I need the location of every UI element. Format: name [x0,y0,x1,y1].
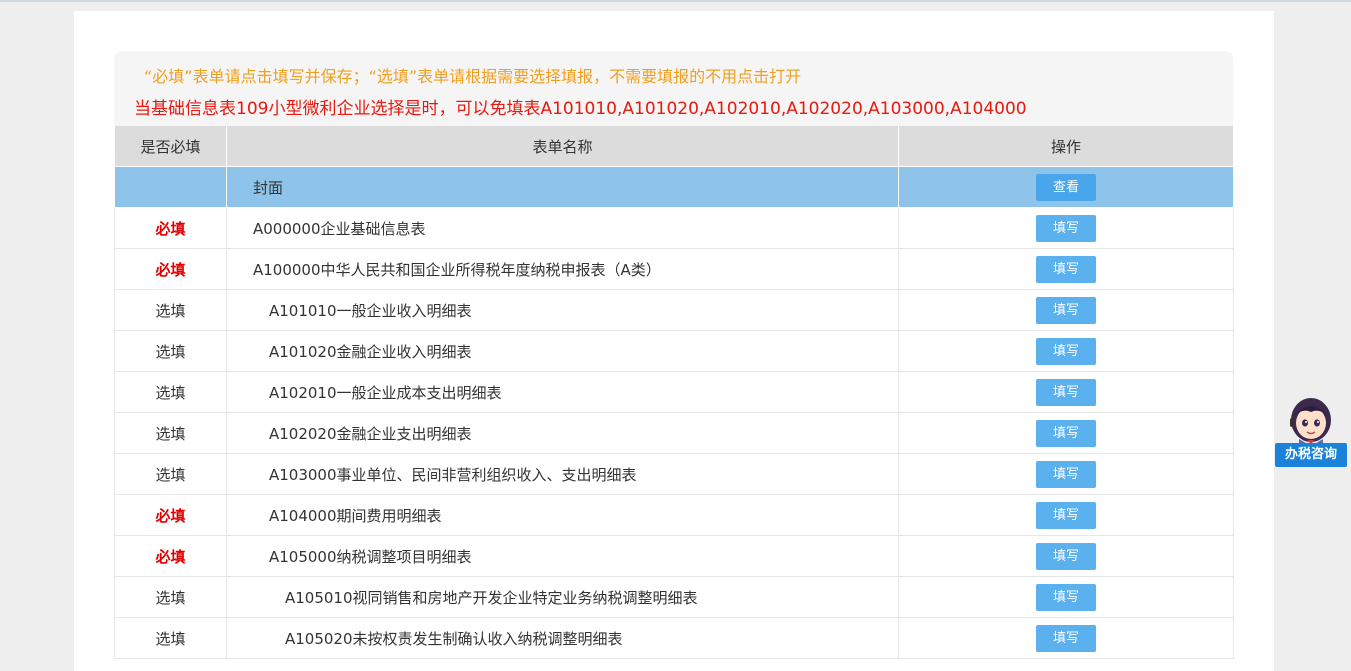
form-list-panel: “必填”表单请点击填写并保存；“选填”表单请根据需要选择填报，不需要填报的不用点… [114,51,1234,659]
table-row: 选填 A102020金融企业支出明细表 填写 [114,412,1234,454]
required-status: 必填 [114,494,227,536]
action-cell: 填写 [898,330,1234,372]
required-status [114,166,227,208]
form-table: 是否必填 表单名称 操作 封面 查看 必填 A000000企业基础信息表 填写 必填 A10… [114,126,1234,659]
form-name: A103000事业单位、民间非营利组织收入、支出明细表 [226,453,899,495]
action-cell: 填写 [898,535,1234,577]
required-status: 选填 [114,289,227,331]
fill-button[interactable]: 填写 [1036,378,1096,406]
main-content: “必填”表单请点击填写并保存；“选填”表单请根据需要选择填报，不需要填报的不用点… [74,11,1274,671]
action-cell: 填写 [898,576,1234,618]
table-row: 必填 A100000中华人民共和国企业所得税年度纳税申报表（A类） 填写 [114,248,1234,290]
required-status: 选填 [114,617,227,659]
fill-button[interactable]: 填写 [1036,214,1096,242]
form-name: 封面 [226,166,899,208]
fill-button[interactable]: 填写 [1036,542,1096,570]
action-cell: 填写 [898,453,1234,495]
required-status: 选填 [114,412,227,454]
notice-line-2: 当基础信息表109小型微利企业选择是时，可以免填表A101010,A101020… [134,99,1027,119]
action-cell: 填写 [898,617,1234,659]
form-name: A100000中华人民共和国企业所得税年度纳税申报表（A类） [226,248,899,290]
table-row-cover: 封面 查看 [114,166,1234,208]
fill-button[interactable]: 填写 [1036,419,1096,447]
action-cell: 填写 [898,371,1234,413]
form-name: A105010视同销售和房地产开发企业特定业务纳税调整明细表 [226,576,899,618]
fill-button[interactable]: 填写 [1036,583,1096,611]
required-status: 必填 [114,207,227,249]
fill-button[interactable]: 填写 [1036,460,1096,488]
customer-service-avatar-icon [1290,398,1331,446]
required-status: 选填 [114,330,227,372]
form-name: A101020金融企业收入明细表 [226,330,899,372]
fill-button[interactable]: 填写 [1036,255,1096,283]
required-status: 必填 [114,535,227,577]
table-row: 选填 A101020金融企业收入明细表 填写 [114,330,1234,372]
fill-button[interactable]: 填写 [1036,501,1096,529]
header-form-name: 表单名称 [226,126,899,167]
notice-box: “必填”表单请点击填写并保存；“选填”表单请根据需要选择填报，不需要填报的不用点… [114,51,1233,126]
top-border [0,0,1351,2]
action-cell: 查看 [898,166,1234,208]
table-row: 选填 A101010一般企业收入明细表 填写 [114,289,1234,331]
header-required: 是否必填 [114,126,227,167]
advisor-label: 办税咨询 [1275,443,1347,467]
view-button[interactable]: 查看 [1036,173,1096,201]
required-status: 选填 [114,576,227,618]
table-row: 必填 A105000纳税调整项目明细表 填写 [114,535,1234,577]
action-cell: 填写 [898,289,1234,331]
required-status: 必填 [114,248,227,290]
form-name: A102020金融企业支出明细表 [226,412,899,454]
action-cell: 填写 [898,412,1234,454]
fill-button[interactable]: 填写 [1036,337,1096,365]
table-row: 选填 A102010一般企业成本支出明细表 填写 [114,371,1234,413]
form-name: A102010一般企业成本支出明细表 [226,371,899,413]
table-row: 选填 A105020未按权责发生制确认收入纳税调整明细表 填写 [114,617,1234,659]
tax-advisor-widget[interactable]: 办税咨询 [1275,390,1348,468]
table-body: 封面 查看 必填 A000000企业基础信息表 填写 必填 A100000中华人民共和国企业… [114,166,1234,659]
table-header-row: 是否必填 表单名称 操作 [114,126,1234,167]
required-status: 选填 [114,453,227,495]
required-status: 选填 [114,371,227,413]
form-name: A000000企业基础信息表 [226,207,899,249]
table-row: 必填 A104000期间费用明细表 填写 [114,494,1234,536]
action-cell: 填写 [898,494,1234,536]
action-cell: 填写 [898,207,1234,249]
fill-button[interactable]: 填写 [1036,624,1096,652]
form-name: A105020未按权责发生制确认收入纳税调整明细表 [226,617,899,659]
form-name: A104000期间费用明细表 [226,494,899,536]
fill-button[interactable]: 填写 [1036,296,1096,324]
notice-line-1: “必填”表单请点击填写并保存；“选填”表单请根据需要选择填报，不需要填报的不用点… [144,67,802,86]
table-row: 选填 A105010视同销售和房地产开发企业特定业务纳税调整明细表 填写 [114,576,1234,618]
action-cell: 填写 [898,248,1234,290]
form-name: A101010一般企业收入明细表 [226,289,899,331]
table-row: 选填 A103000事业单位、民间非营利组织收入、支出明细表 填写 [114,453,1234,495]
header-action: 操作 [898,126,1234,167]
table-row: 必填 A000000企业基础信息表 填写 [114,207,1234,249]
form-name: A105000纳税调整项目明细表 [226,535,899,577]
